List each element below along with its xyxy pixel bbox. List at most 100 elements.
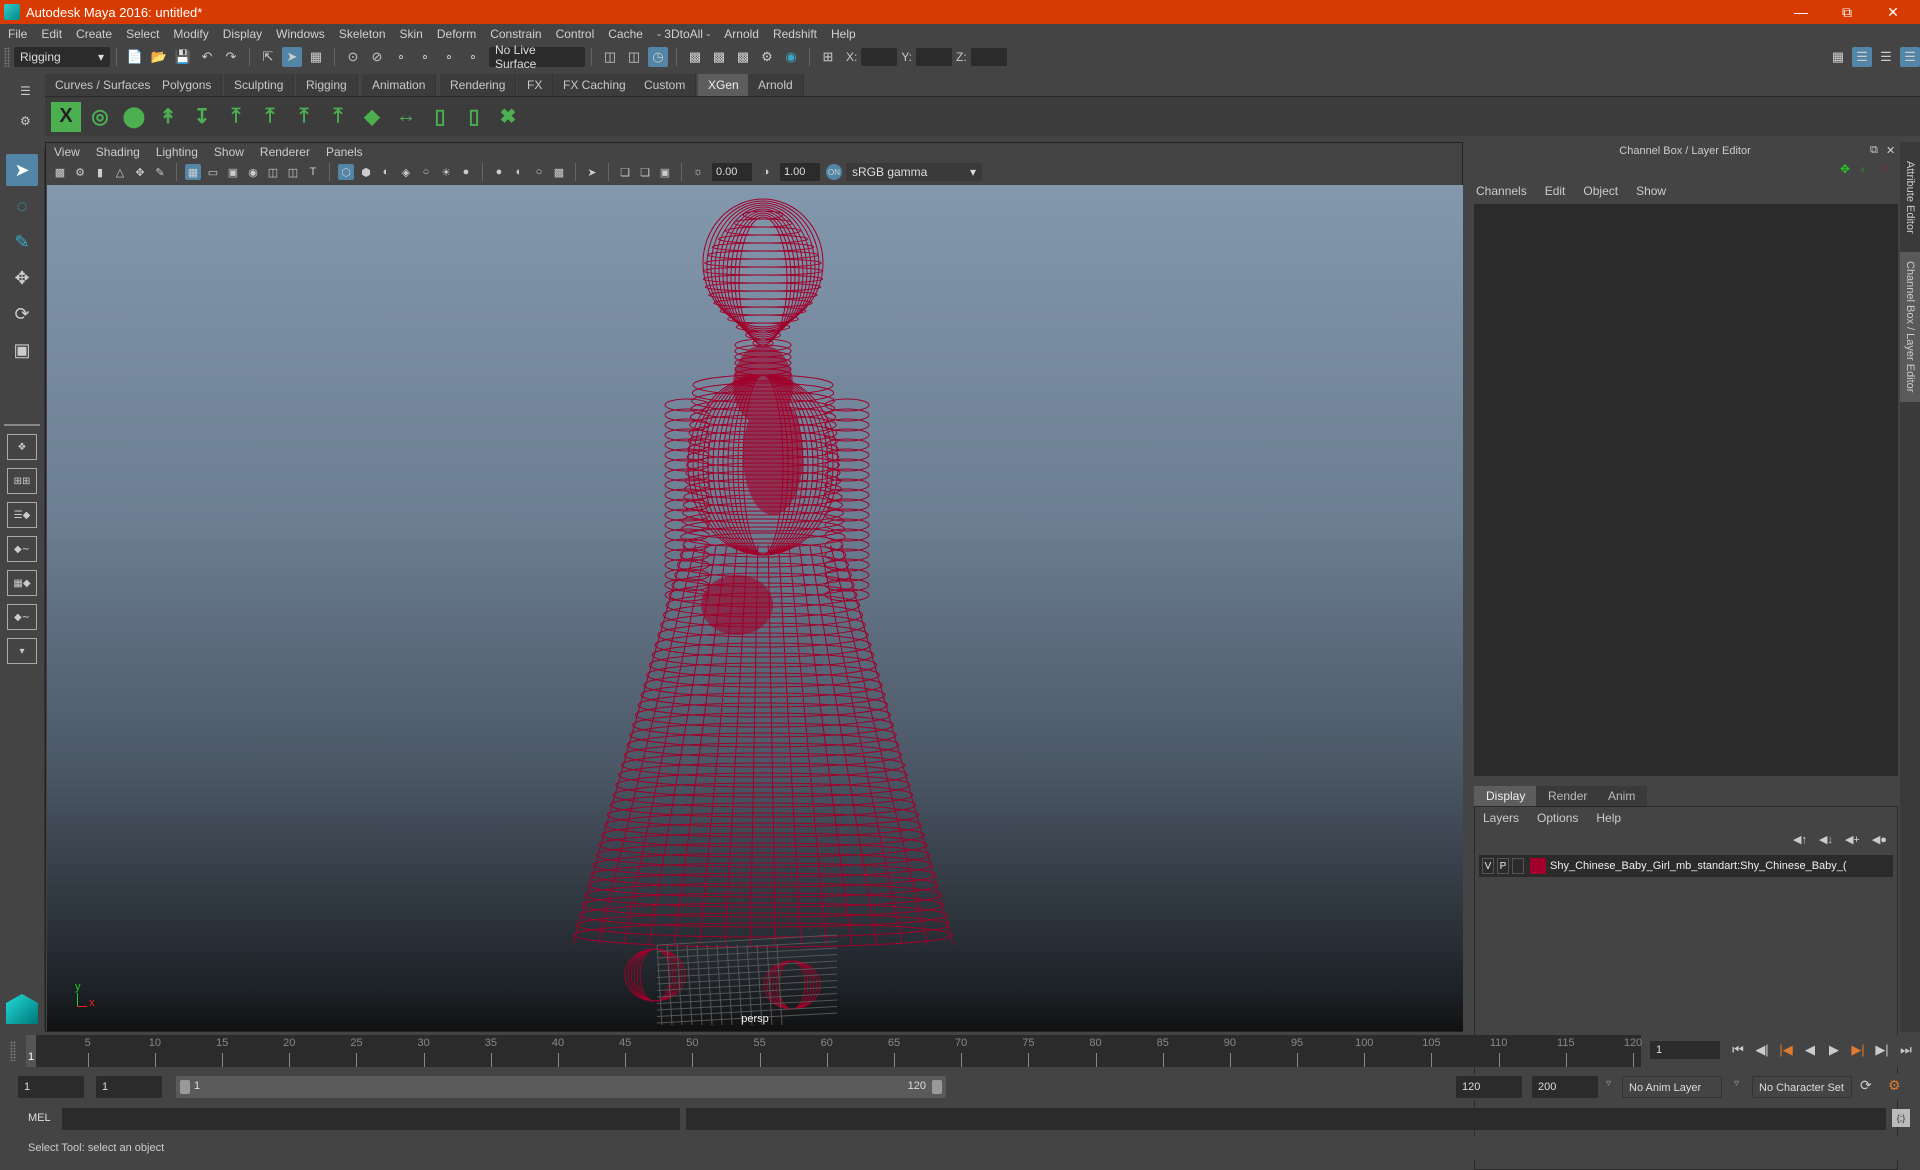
snap-curve-icon[interactable]: ⊘ — [367, 47, 387, 67]
layer-tab-anim[interactable]: Anim — [1596, 786, 1648, 806]
play-backwards-icon[interactable]: ◀ — [1800, 1039, 1820, 1061]
time-ruler[interactable]: 1 5 10 15 20 25 30 35 40 45 50 55 60 65 70 75 80 85 90 95 10… — [26, 1035, 1642, 1067]
go-to-start-icon[interactable]: ⏮ — [1728, 1039, 1748, 1061]
range-bar[interactable]: 1 120 — [176, 1076, 946, 1098]
snap-view-plane-icon[interactable]: ∘ — [415, 47, 435, 67]
viewport-menu-shading[interactable]: Shading — [96, 145, 140, 159]
shelf-tab-sculpting[interactable]: Sculpting — [224, 74, 295, 96]
animation-end-input[interactable]: 200 — [1532, 1076, 1598, 1098]
menu-redshift[interactable]: Redshift — [773, 27, 817, 41]
shelf-tab-xgen[interactable]: XGen — [698, 74, 750, 96]
lasso-tool-icon[interactable]: ◌ — [6, 190, 38, 222]
color-management-toggle-icon[interactable]: ON — [826, 164, 842, 180]
layer-tab-render[interactable]: Render — [1536, 786, 1600, 806]
channel-box-toggle-icon[interactable]: ☰ — [1900, 46, 1920, 67]
menu-help[interactable]: Help — [831, 27, 856, 41]
output-ops-icon[interactable]: ◫ — [624, 47, 644, 67]
menu-skeleton[interactable]: Skeleton — [339, 27, 386, 41]
menu-constrain[interactable]: Constrain — [490, 27, 541, 41]
menu-cache[interactable]: Cache — [608, 27, 643, 41]
command-language-label[interactable]: MEL — [28, 1112, 51, 1124]
menu-edit[interactable]: Edit — [41, 27, 62, 41]
playback-start-input[interactable]: 1 — [96, 1076, 162, 1098]
two-d-pan-zoom-icon[interactable]: ✥ — [132, 164, 148, 180]
auto-key-icon[interactable]: ⟳ — [1860, 1077, 1872, 1094]
render-settings-icon[interactable]: ⚙ — [757, 47, 777, 67]
use-all-lights-icon[interactable]: ○ — [418, 164, 434, 180]
wireframe-icon[interactable]: ⬡ — [338, 164, 354, 180]
minimize-button[interactable]: — — [1778, 0, 1824, 24]
new-scene-icon[interactable]: 📄 — [125, 47, 145, 67]
live-surface-field[interactable]: No Live Surface — [489, 43, 585, 71]
render-view-icon[interactable]: ▩ — [685, 47, 705, 67]
shelf-tab-custom[interactable]: Custom — [634, 74, 697, 96]
layer-display-type-toggle[interactable] — [1512, 858, 1524, 874]
y-input[interactable] — [916, 47, 953, 66]
move-tool-icon[interactable]: ✥ — [6, 262, 38, 294]
gamma-input[interactable]: 1.00 — [780, 163, 820, 181]
xgen-add-guide-icon[interactable]: ⤒ — [221, 102, 251, 132]
screen-space-ao-icon[interactable]: ● — [458, 164, 474, 180]
channel-menu-edit[interactable]: Edit — [1545, 184, 1566, 198]
layer-row[interactable]: V P Shy_Chinese_Baby_Girl_mb_standart:Sh… — [1479, 855, 1893, 877]
play-forwards-icon[interactable]: ▶ — [1824, 1039, 1844, 1061]
textured-icon[interactable]: ◈ — [398, 164, 414, 180]
transform-mode-icon[interactable]: ⊞ — [818, 47, 838, 67]
layer-tab-display[interactable]: Display — [1474, 786, 1538, 806]
paint-select-tool-icon[interactable]: ✎ — [6, 226, 38, 258]
shelf-tab-rigging[interactable]: Rigging — [296, 74, 358, 96]
select-tool-icon[interactable]: ➤ — [6, 154, 38, 186]
gamma-icon[interactable]: ◑ — [758, 164, 774, 180]
select-component-icon[interactable]: ▦ — [306, 47, 326, 67]
xray-icon[interactable]: ➤ — [584, 164, 600, 180]
redo-icon[interactable]: ↷ — [221, 47, 241, 67]
attribute-editor-tab[interactable]: Attribute Editor — [1900, 152, 1920, 242]
z-input[interactable] — [970, 47, 1007, 66]
shelf-tab-animation[interactable]: Animation — [362, 74, 437, 96]
xgen-select-guides-icon[interactable]: ▯ — [425, 102, 455, 132]
manipulator-icon[interactable]: ✥ — [1840, 162, 1850, 176]
xgen-guide-length-icon[interactable]: ▯ — [459, 102, 489, 132]
toolbar-grip[interactable] — [4, 46, 10, 67]
layer-visibility-toggle[interactable]: V — [1482, 858, 1494, 874]
range-start-handle[interactable] — [180, 1080, 190, 1094]
snap-point-icon[interactable]: ∘ — [391, 47, 411, 67]
save-scene-icon[interactable]: 💾 — [173, 47, 193, 67]
attribute-editor-toggle-icon[interactable]: ☰ — [1852, 46, 1872, 67]
viewport-menu-show[interactable]: Show — [214, 145, 244, 159]
shelf-settings-icon[interactable]: ⚙ — [20, 114, 31, 128]
float-panel-icon[interactable]: ⧉ — [1870, 144, 1878, 157]
range-end-handle[interactable] — [932, 1080, 942, 1094]
camera-attributes-icon[interactable]: ⚙ — [72, 164, 88, 180]
current-frame-input[interactable]: 1 — [1650, 1041, 1720, 1059]
shelf-tab-arnold[interactable]: Arnold — [748, 74, 804, 96]
xray-active-icon[interactable]: ❏ — [637, 164, 653, 180]
hypershade-icon[interactable]: ◉ — [781, 47, 801, 67]
shelf-tab-fx[interactable]: FX — [517, 74, 554, 96]
time-slider-grip[interactable] — [10, 1041, 16, 1061]
step-forward-frame-icon[interactable]: ▶| — [1848, 1039, 1868, 1061]
channel-menu-show[interactable]: Show — [1636, 184, 1666, 198]
wireframe-model[interactable] — [47, 185, 1463, 1031]
camera-select-icon[interactable]: ▩ — [52, 164, 68, 180]
bookmark-icon[interactable]: ▮ — [92, 164, 108, 180]
viewport-menu-renderer[interactable]: Renderer — [260, 145, 310, 159]
xgen-paint-map-icon[interactable]: ◆ — [357, 102, 387, 132]
anim-layer-field[interactable]: No Anim Layer — [1622, 1076, 1722, 1098]
layout-persp-graph-icon[interactable]: ◆∼ — [7, 536, 37, 562]
new-empty-layer-icon[interactable]: ◀+ — [1845, 833, 1860, 846]
close-button[interactable]: ✕ — [1870, 0, 1916, 24]
animation-start-input[interactable]: 1 — [18, 1076, 84, 1098]
undo-icon[interactable]: ↶ — [197, 47, 217, 67]
layout-hypershade-persp-icon[interactable]: ▦◆ — [7, 570, 37, 596]
safe-action-icon[interactable]: ◫ — [285, 164, 301, 180]
smooth-shade-icon[interactable]: ⬢ — [358, 164, 374, 180]
menu-file[interactable]: File — [8, 27, 27, 41]
character-set-field[interactable]: No Character Set — [1752, 1076, 1852, 1098]
field-chart-icon[interactable]: ◫ — [265, 164, 281, 180]
xgen-window-icon[interactable]: X — [51, 101, 81, 132]
menu-select[interactable]: Select — [126, 27, 159, 41]
exposure-input[interactable]: 0.00 — [712, 163, 752, 181]
open-scene-icon[interactable]: 📂 — [149, 47, 169, 67]
step-back-frame-icon[interactable]: |◀ — [1776, 1039, 1796, 1061]
